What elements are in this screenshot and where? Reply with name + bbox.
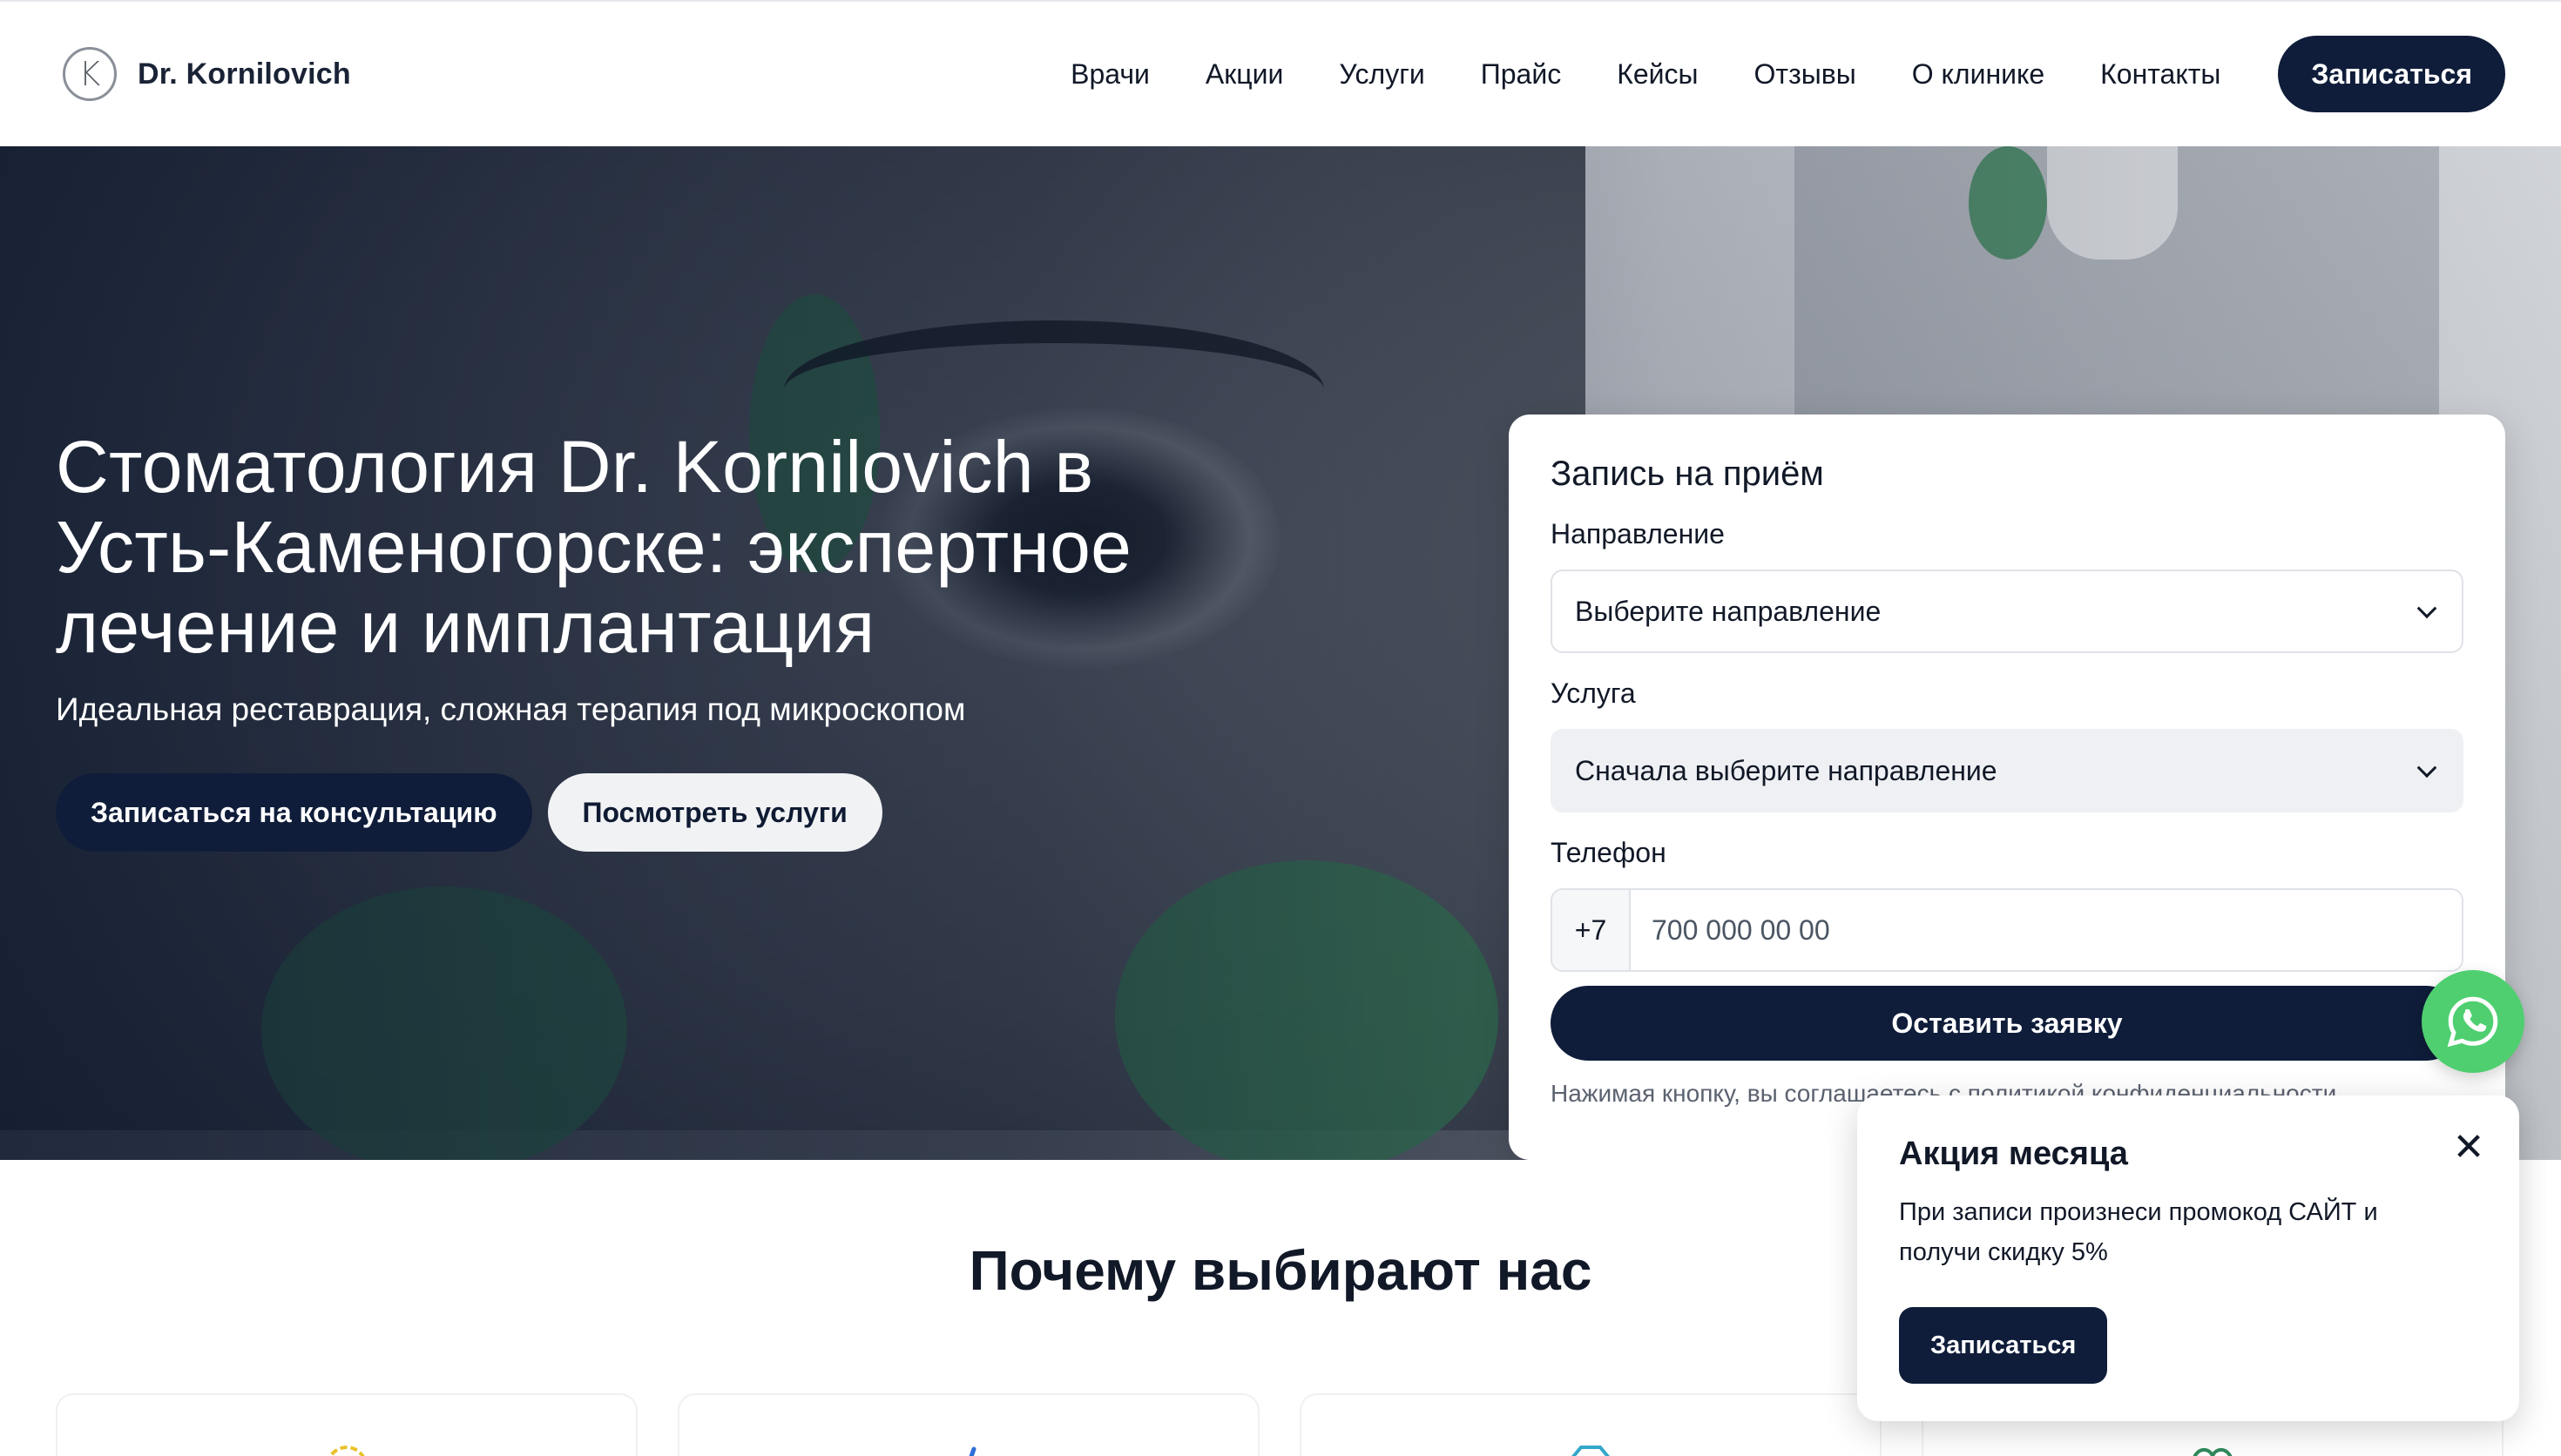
logo-icon: K: [63, 47, 117, 101]
nav-item-doctors[interactable]: Врачи: [1071, 58, 1150, 91]
hero-title: Стоматология Dr. Kornilovich в Усть-Каме…: [56, 426, 1132, 668]
nav-item-services[interactable]: Услуги: [1339, 58, 1424, 91]
site-header: K Dr. Kornilovich Врачи Акции Услуги Пра…: [0, 0, 2561, 146]
feature-card: [1300, 1393, 1882, 1456]
diamond-icon: [1571, 1446, 1610, 1456]
feature-card: [56, 1393, 638, 1456]
nav-item-prices[interactable]: Прайс: [1481, 58, 1561, 91]
main-nav: Врачи Акции Услуги Прайс Кейсы Отзывы О …: [1071, 58, 2220, 91]
service-select[interactable]: Сначала выберите направление: [1551, 729, 2463, 812]
service-label: Услуга: [1551, 677, 1636, 709]
phone-label: Телефон: [1551, 837, 1666, 868]
chevron-down-icon: [2416, 598, 2437, 619]
direction-select-value: Выберите направление: [1575, 595, 1882, 627]
view-services-button[interactable]: Посмотреть услуги: [547, 773, 882, 852]
logo-text: Dr. Kornilovich: [138, 57, 351, 91]
logo[interactable]: K Dr. Kornilovich: [63, 47, 351, 101]
promo-title: Акция месяца: [1899, 1136, 2128, 1172]
phone-input[interactable]: [1631, 890, 2462, 970]
hero-subtitle: Идеальная реставрация, сложная терапия п…: [56, 691, 966, 727]
service-select-value: Сначала выберите направление: [1575, 754, 1997, 786]
promo-popup: Акция месяца ✕ При записи произнеси пром…: [1857, 1095, 2519, 1421]
consultation-button[interactable]: Записаться на консультацию: [56, 773, 532, 852]
direction-select[interactable]: Выберите направление: [1551, 570, 2463, 653]
award-icon: [328, 1446, 365, 1456]
hero-content: Стоматология Dr. Kornilovich в Усть-Каме…: [56, 427, 1258, 852]
feature-card: [678, 1393, 1260, 1456]
nav-item-reviews[interactable]: Отзывы: [1754, 58, 1856, 91]
header-signup-button[interactable]: Записаться: [2278, 36, 2505, 112]
phone-prefix: +7: [1552, 890, 1631, 970]
close-icon[interactable]: ✕: [2451, 1129, 2486, 1167]
hero-buttons: Записаться на консультацию Посмотреть ус…: [56, 773, 1258, 852]
hero-section: Стоматология Dr. Kornilovich в Усть-Каме…: [0, 146, 2561, 1160]
whatsapp-button[interactable]: [2422, 970, 2524, 1073]
booking-form: Запись на приём Направление Выберите нап…: [1509, 415, 2505, 1160]
heart-icon: [2193, 1448, 2233, 1456]
whatsapp-icon: [2447, 996, 2498, 1048]
nav-item-promotions[interactable]: Акции: [1206, 58, 1283, 91]
form-title: Запись на приём: [1551, 455, 1824, 493]
phone-field: +7: [1551, 888, 2463, 972]
submit-request-button[interactable]: Оставить заявку: [1551, 986, 2463, 1061]
direction-label: Направление: [1551, 518, 1725, 549]
promo-text: При записи произнеси промокод САЙТ и пол…: [1899, 1198, 2378, 1266]
promo-signup-button[interactable]: Записаться: [1899, 1307, 2108, 1384]
chevron-down-icon: [2416, 758, 2437, 779]
nav-item-contacts[interactable]: Контакты: [2100, 58, 2220, 91]
nav-item-about[interactable]: О клинике: [1912, 58, 2044, 91]
tooth-tool-icon: [969, 1446, 976, 1456]
nav-item-cases[interactable]: Кейсы: [1617, 58, 1698, 91]
